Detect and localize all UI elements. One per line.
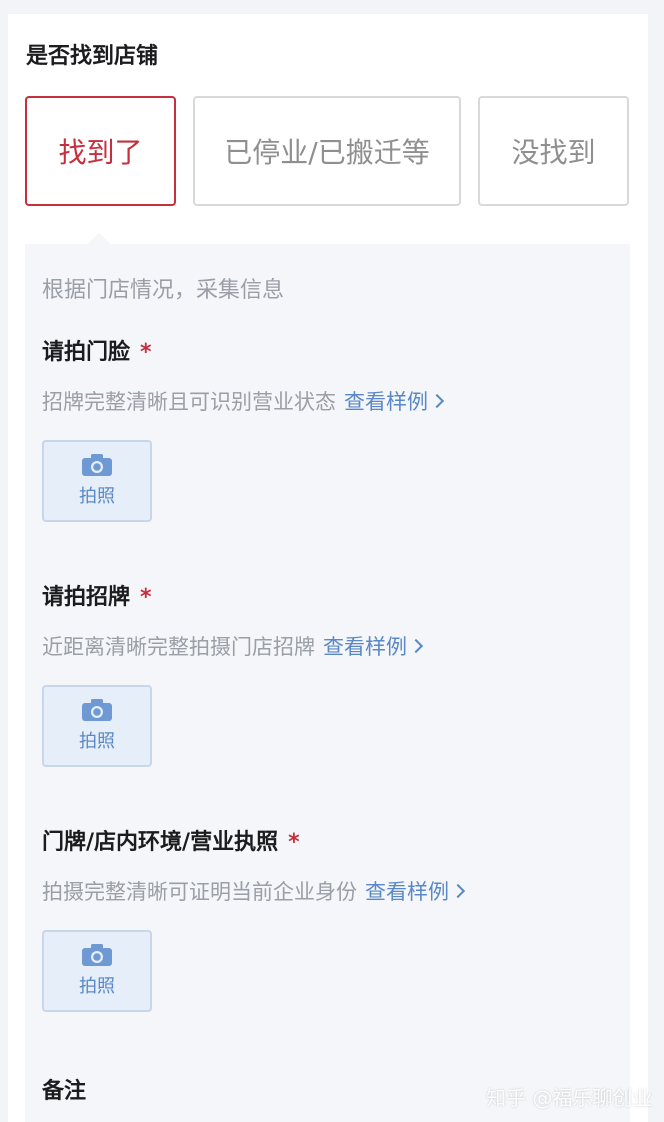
required-mark: * bbox=[140, 340, 152, 365]
take-photo-button[interactable]: 拍照 bbox=[42, 440, 152, 522]
camera-icon bbox=[82, 944, 112, 966]
option-found-button[interactable]: 找到了 bbox=[25, 96, 176, 206]
take-photo-label: 拍照 bbox=[79, 731, 115, 752]
view-example-label: 查看样例 bbox=[344, 390, 428, 414]
take-photo-button[interactable]: 拍照 bbox=[42, 685, 152, 767]
field-title-text: 请拍门脸 bbox=[42, 340, 131, 365]
view-example-link[interactable]: 查看样例 bbox=[344, 390, 445, 414]
camera-icon bbox=[82, 699, 112, 721]
option-closed-moved-button[interactable]: 已停业/已搬迁等 bbox=[193, 96, 461, 206]
field-desc-text: 拍摄完整清晰可证明当前企业身份 bbox=[42, 880, 357, 904]
field-storefront-title: 请拍门脸 * bbox=[42, 334, 152, 366]
question-title: 是否找到店铺 bbox=[26, 44, 159, 69]
view-example-link[interactable]: 查看样例 bbox=[323, 635, 424, 659]
take-photo-button[interactable]: 拍照 bbox=[42, 930, 152, 1012]
field-signboard-desc: 近距离清晰完整拍摄门店招牌 查看样例 bbox=[42, 631, 424, 661]
field-desc-text: 招牌完整清晰且可识别营业状态 bbox=[42, 390, 336, 414]
field-license-title: 门牌/店内环境/营业执照 * bbox=[42, 824, 300, 856]
take-photo-label: 拍照 bbox=[79, 486, 115, 507]
view-example-label: 查看样例 bbox=[365, 880, 449, 904]
field-storefront-desc: 招牌完整清晰且可识别营业状态 查看样例 bbox=[42, 386, 445, 416]
option-not-found-button[interactable]: 没找到 bbox=[478, 96, 629, 206]
field-title-text: 请拍招牌 bbox=[42, 585, 131, 610]
required-mark: * bbox=[288, 830, 300, 855]
chevron-right-icon bbox=[450, 883, 466, 899]
camera-icon bbox=[82, 454, 112, 476]
field-license-desc: 拍摄完整清晰可证明当前企业身份 查看样例 bbox=[42, 876, 466, 906]
field-signboard-title: 请拍招牌 * bbox=[42, 579, 152, 611]
take-photo-label: 拍照 bbox=[79, 976, 115, 997]
view-example-link[interactable]: 查看样例 bbox=[365, 880, 466, 904]
remarks-title: 备注 bbox=[42, 1079, 87, 1104]
view-example-label: 查看样例 bbox=[323, 635, 407, 659]
panel-hint: 根据门店情况，采集信息 bbox=[42, 278, 285, 303]
required-mark: * bbox=[140, 585, 152, 610]
field-desc-text: 近距离清晰完整拍摄门店招牌 bbox=[42, 635, 315, 659]
chevron-right-icon bbox=[429, 393, 445, 409]
field-title-text: 门牌/店内环境/营业执照 bbox=[42, 830, 279, 855]
chevron-right-icon bbox=[408, 638, 424, 654]
watermark: 知乎 @福乐聊创业 bbox=[486, 1086, 653, 1110]
